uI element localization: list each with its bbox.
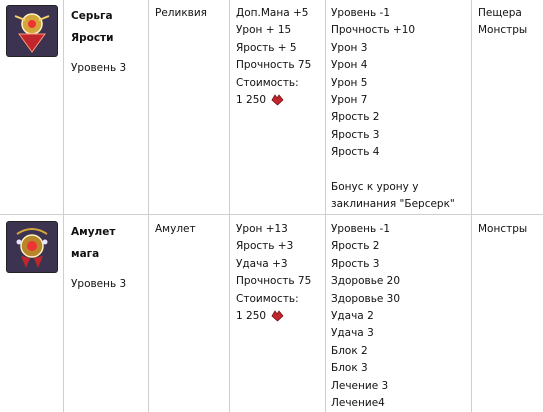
requirement-line: Урон 4 <box>331 59 368 72</box>
item-name-line: Амулет <box>71 226 116 238</box>
requirement-line: Уровень -1 <box>331 223 390 235</box>
item-type: Реликвия <box>155 7 207 19</box>
price-line: 1 250 <box>236 92 311 109</box>
stat-line: Прочность 75 <box>236 59 312 72</box>
requirement-line: Ярость 3 <box>331 128 380 141</box>
requirement-line: Здоровье 20 <box>331 275 401 288</box>
requirement-line: Блок 2 <box>331 344 368 357</box>
stat-line: Прочность 75 <box>236 275 312 288</box>
bonus-line: заклинания "Берсерк" <box>331 198 455 211</box>
stat-line: Ярость + 5 <box>236 41 297 54</box>
requirement-line: Прочность +10 <box>331 24 416 37</box>
item-icon-amulet <box>6 221 58 273</box>
requirement-line: Уровень -1 <box>331 7 390 19</box>
item-name-line: Серьга <box>71 10 113 22</box>
crystal-icon <box>271 94 284 106</box>
item-level: Уровень 3 <box>71 62 127 74</box>
requirement-line: Удача 2 <box>331 309 374 322</box>
requirement-line: Ярость 3 <box>331 257 380 270</box>
requirement-line: Здоровье 30 <box>331 292 401 305</box>
requirement-line: Ярость 2 <box>331 240 380 253</box>
stat-line: Урон +13 <box>236 223 288 235</box>
item-level: Уровень 3 <box>71 278 127 290</box>
stat-line: Ярость +3 <box>236 240 294 253</box>
cost-label: Стоимость: <box>236 292 299 305</box>
requirement-line: Лечение4 <box>331 396 385 409</box>
location-line: Пещера <box>478 7 522 19</box>
crystal-icon <box>271 310 284 322</box>
item-icon-earring <box>6 5 58 57</box>
requirement-line: Лечение 3 <box>331 379 389 392</box>
item-type: Амулет <box>155 223 196 235</box>
price-value: 1 250 <box>236 309 267 322</box>
location-line: Монстры <box>478 24 528 37</box>
location-line: Монстры <box>478 223 528 235</box>
requirement-line: Урон 5 <box>331 76 368 89</box>
stat-line: Удача +3 <box>236 257 288 270</box>
requirement-line: Блок 3 <box>331 362 368 375</box>
stat-line: Урон + 15 <box>236 24 292 37</box>
requirement-line: Урон 7 <box>331 93 368 106</box>
requirement-line: Ярость 2 <box>331 111 380 124</box>
stat-line: Доп.Мана +5 <box>236 7 309 19</box>
price-value: 1 250 <box>236 93 267 106</box>
price-line: 1 250 <box>236 308 311 325</box>
requirement-line: Ярость 4 <box>331 146 380 159</box>
item-name-line: мага <box>71 248 100 260</box>
requirement-line: Урон 3 <box>331 41 368 54</box>
requirement-line: Удача 3 <box>331 327 374 340</box>
bonus-line: Бонус к урону у <box>331 180 419 193</box>
cost-label: Стоимость: <box>236 76 299 89</box>
item-name-line: Ярости <box>71 32 114 44</box>
